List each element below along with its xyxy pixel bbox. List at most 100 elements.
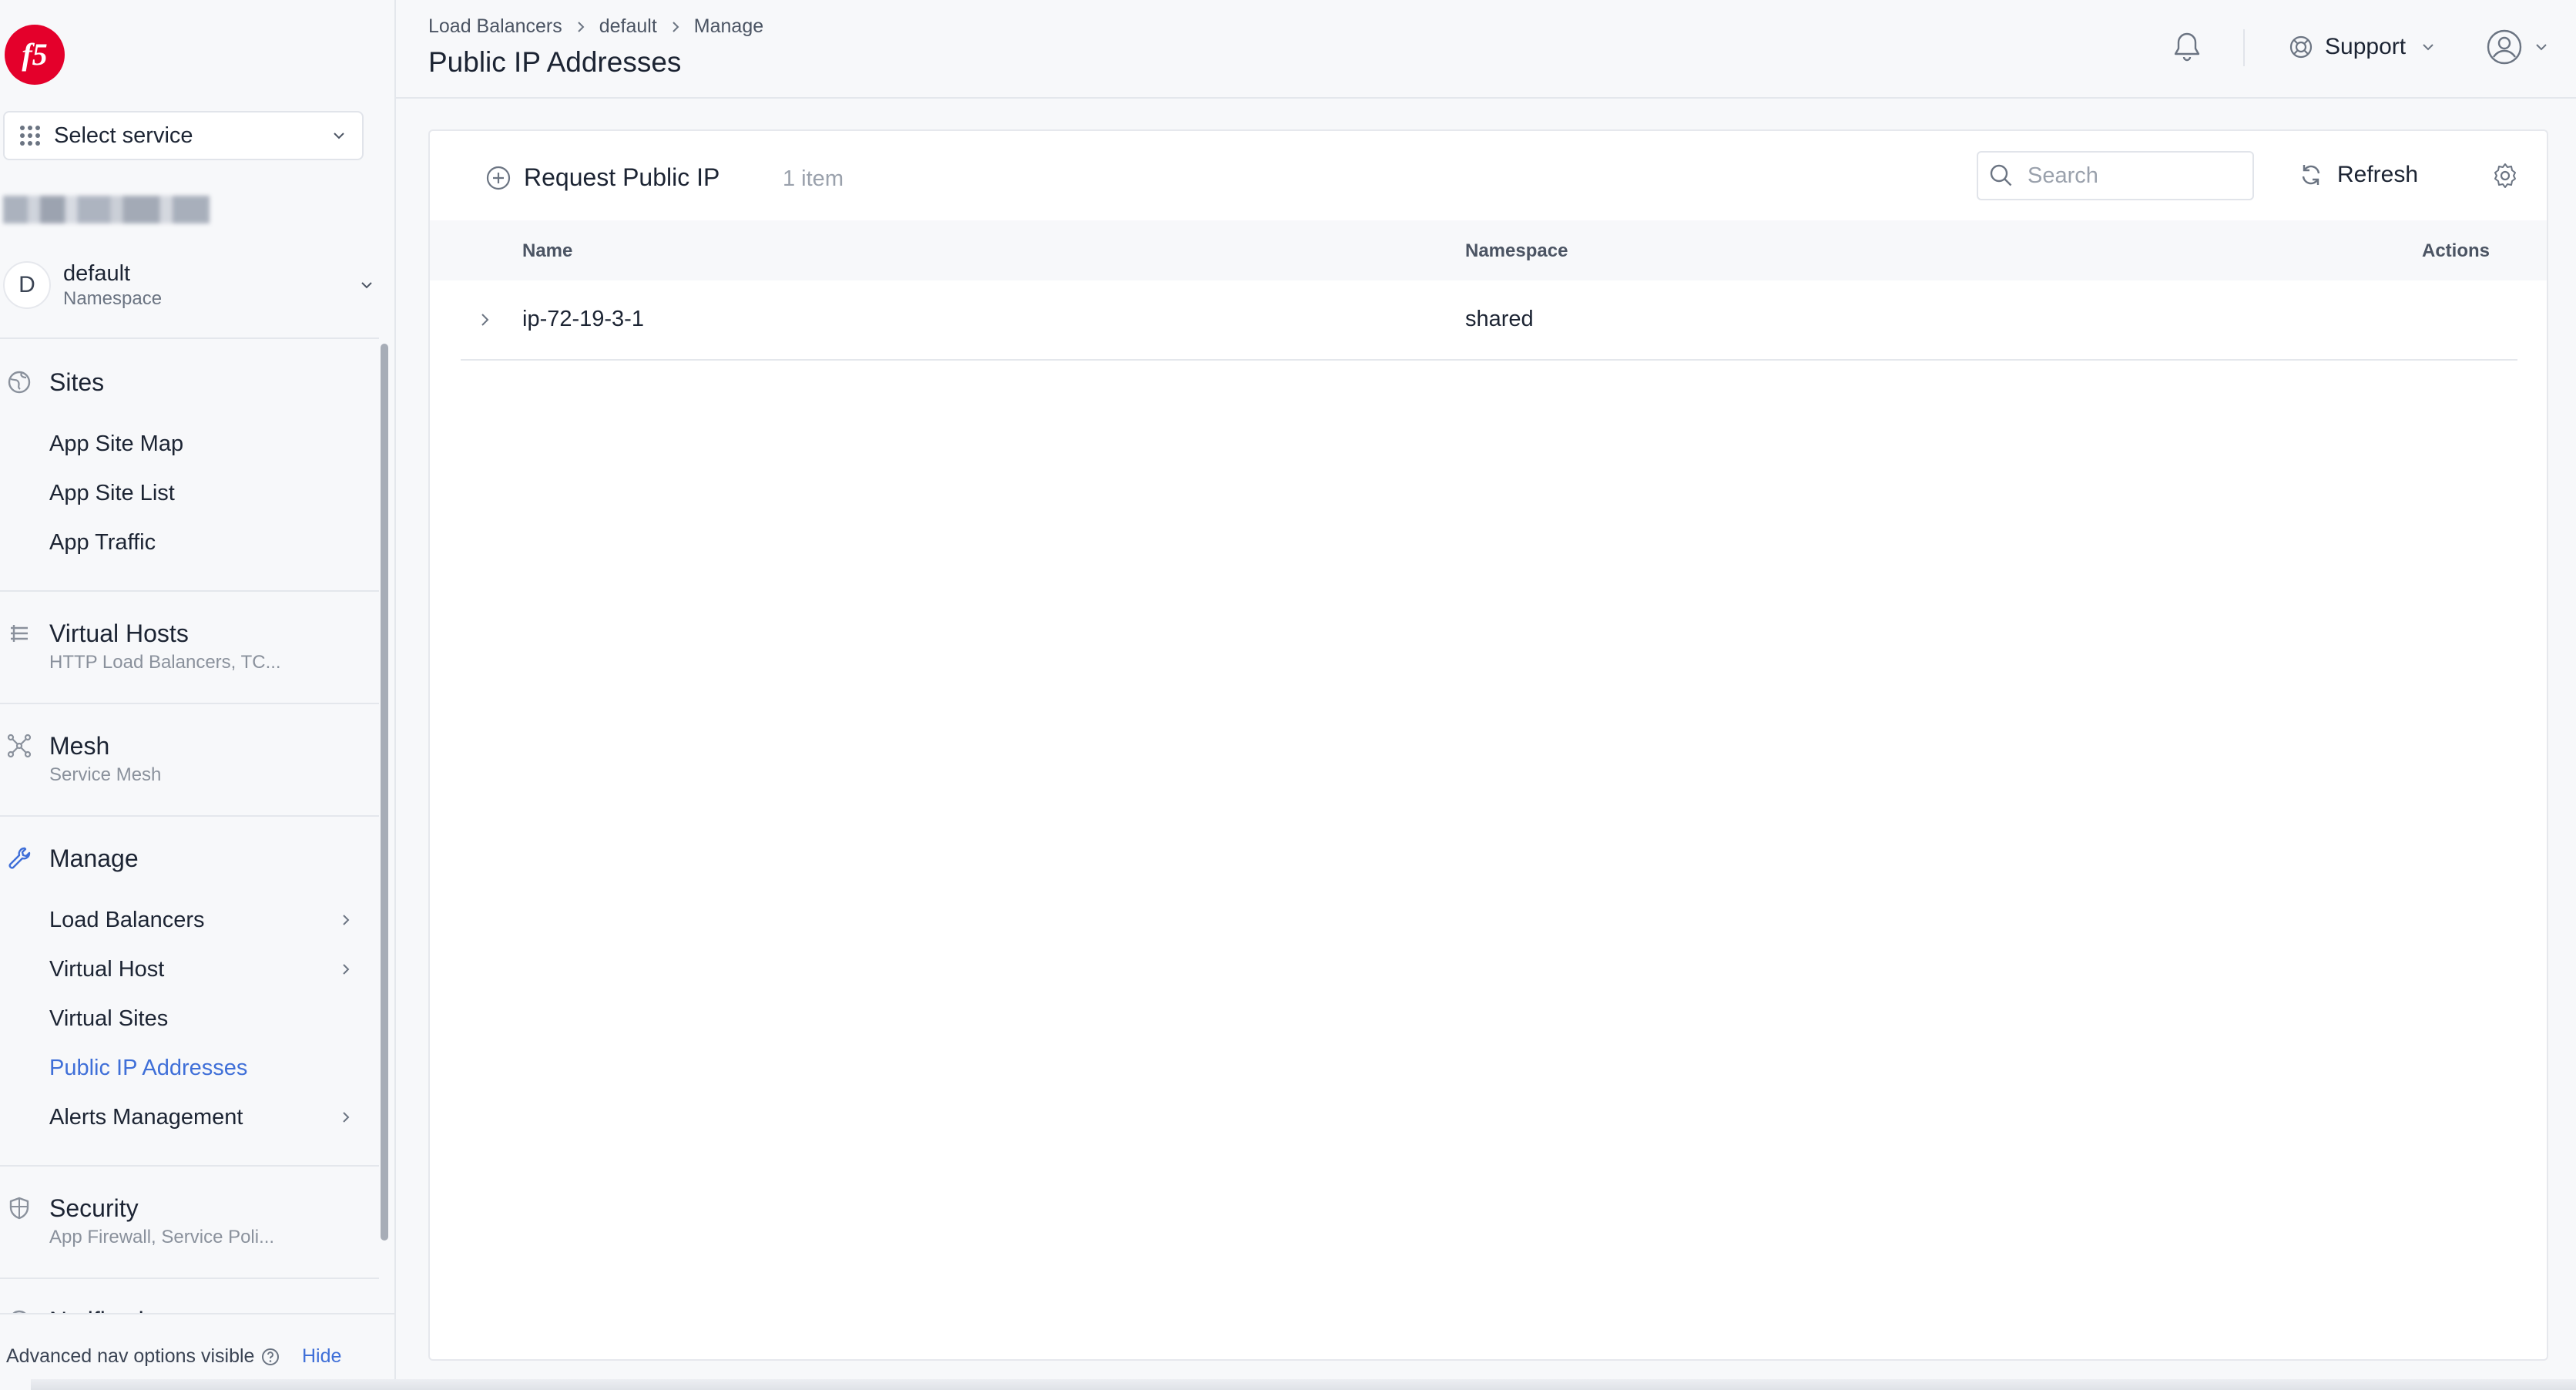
refresh-button[interactable]: Refresh	[2299, 162, 2418, 188]
svg-text:f5: f5	[22, 37, 47, 72]
public-ip-list-card: Request Public IP 1 item Refresh Name Na…	[428, 129, 2548, 1361]
f5-logo[interactable]: f5	[3, 23, 66, 86]
bell-icon[interactable]	[2168, 28, 2206, 66]
lifebuoy-icon	[2288, 34, 2314, 60]
namespace-caption: Namespace	[63, 288, 163, 309]
window-bottom-edge	[31, 1379, 2576, 1390]
breadcrumb-item[interactable]: default	[599, 15, 657, 38]
sidebar-item-security[interactable]: Security App Firewall, Service Poli...	[0, 1191, 274, 1247]
divider	[0, 1165, 379, 1167]
page-title: Public IP Addresses	[428, 46, 682, 78]
sidebar-item-public-ip-addresses[interactable]: Public IP Addresses	[49, 1051, 357, 1085]
divider	[0, 1278, 379, 1279]
chevron-right-icon[interactable]	[475, 310, 495, 330]
chevron-down-icon	[330, 126, 348, 145]
sidebar-section-subtitle: Service Mesh	[49, 764, 162, 785]
sidebar-item-label: Virtual Host	[49, 956, 165, 982]
chevron-down-icon	[2533, 39, 2550, 55]
sidebar-item-label: Load Balancers	[49, 907, 205, 932]
sidebar-item-sites[interactable]: Sites	[0, 365, 104, 399]
sidebar-section-title: Notifications	[49, 1307, 183, 1314]
sidebar-item-virtual-host[interactable]: Virtual Host	[49, 952, 357, 986]
search-box[interactable]	[1977, 151, 2254, 200]
sidebar-section-title: Manage	[49, 844, 139, 872]
support-menu[interactable]: Support	[2288, 34, 2437, 60]
tenant-name-redacted	[3, 196, 210, 223]
column-header-name[interactable]: Name	[522, 240, 572, 262]
gear-icon[interactable]	[2491, 162, 2519, 190]
sidebar-item-app-site-list[interactable]: App Site List	[49, 476, 357, 510]
help-icon[interactable]	[260, 1347, 280, 1367]
breadcrumb: Load Balancers default Manage	[428, 15, 763, 38]
breadcrumb-item[interactable]: Load Balancers	[428, 15, 562, 38]
sidebar-item-alerts-management[interactable]: Alerts Management	[49, 1100, 357, 1134]
sidebar-item-app-traffic[interactable]: App Traffic	[49, 525, 357, 559]
select-service-dropdown[interactable]: Select service	[3, 111, 364, 160]
sidebar-section-title: Security	[49, 1194, 139, 1222]
cell-namespace: shared	[1465, 307, 1534, 331]
globe-icon	[6, 369, 32, 395]
sidebar-nav: Sites App Site Map App Site List App Tra…	[0, 339, 379, 1313]
user-menu[interactable]	[2485, 28, 2550, 66]
bell-icon	[6, 1308, 32, 1313]
sidebar-item-app-site-map[interactable]: App Site Map	[49, 427, 357, 461]
sidebar-item-label: Virtual Sites	[49, 1006, 169, 1031]
chevron-right-icon	[337, 1109, 354, 1126]
sidebar: f5 Select service D default Namespace Si…	[0, 0, 396, 1390]
sidebar-section-subtitle: HTTP Load Balancers, TC...	[49, 652, 281, 673]
sidebar-item-load-balancers[interactable]: Load Balancers	[49, 903, 357, 937]
shield-icon	[6, 1195, 32, 1221]
request-public-ip-label: Request Public IP	[524, 163, 720, 191]
chevron-down-icon	[2420, 39, 2437, 55]
sidebar-item-label: App Site Map	[49, 431, 184, 456]
sidebar-footer: Advanced nav options visible Hide	[0, 1313, 394, 1390]
breadcrumb-item[interactable]: Manage	[694, 15, 763, 38]
support-label: Support	[2325, 34, 2407, 59]
plus-circle-icon	[485, 165, 512, 191]
sidebar-item-mesh[interactable]: Mesh Service Mesh	[0, 729, 161, 785]
refresh-label: Refresh	[2337, 162, 2419, 187]
sidebar-item-label: App Site List	[49, 480, 175, 505]
divider	[0, 815, 379, 817]
cell-name[interactable]: ip-72-19-3-1	[522, 307, 644, 332]
chevron-right-icon	[337, 912, 354, 928]
table-header: Name Namespace Actions	[430, 220, 2547, 280]
sidebar-item-virtual-sites[interactable]: Virtual Sites	[49, 1002, 357, 1036]
sidebar-section-title: Mesh	[49, 731, 110, 760]
server-stack-icon	[6, 620, 32, 646]
sidebar-item-manage[interactable]: Manage	[0, 841, 139, 875]
mesh-nodes-icon	[6, 733, 32, 759]
sidebar-section-title: Sites	[49, 368, 105, 396]
chevron-down-icon	[357, 276, 376, 294]
grid-dots-icon	[18, 124, 42, 147]
table-row[interactable]: ip-72-19-3-1 shared	[461, 280, 2517, 361]
wrench-icon	[6, 845, 32, 871]
sidebar-item-virtual-hosts[interactable]: Virtual Hosts HTTP Load Balancers, TC...	[0, 616, 281, 673]
sidebar-item-notifications[interactable]: Notifications	[0, 1304, 183, 1313]
chevron-right-icon	[668, 19, 683, 35]
request-public-ip-button[interactable]: Request Public IP	[485, 163, 719, 192]
divider	[2243, 29, 2245, 66]
advanced-nav-text: Advanced nav options visible	[6, 1345, 280, 1368]
sidebar-item-label: App Traffic	[49, 529, 156, 555]
search-icon	[1989, 163, 2014, 188]
sidebar-item-label: Alerts Management	[49, 1104, 243, 1130]
divider	[0, 590, 379, 592]
sidebar-item-label: Public IP Addresses	[49, 1055, 248, 1080]
sidebar-section-subtitle: App Firewall, Service Poli...	[49, 1227, 275, 1247]
select-service-label: Select service	[54, 123, 193, 148]
divider	[0, 703, 379, 704]
chevron-right-icon	[573, 19, 589, 35]
sidebar-scrollbar[interactable]	[381, 344, 388, 1241]
column-header-namespace[interactable]: Namespace	[1465, 240, 1568, 262]
search-input[interactable]	[2028, 163, 2243, 189]
namespace-avatar: D	[3, 261, 51, 309]
page-header: Load Balancers default Manage Public IP …	[396, 0, 2576, 99]
advanced-nav-label: Advanced nav options visible	[6, 1345, 255, 1367]
item-count: 1 item	[783, 166, 844, 191]
hide-link[interactable]: Hide	[302, 1345, 341, 1368]
sidebar-section-title: Virtual Hosts	[49, 619, 189, 647]
namespace-selector[interactable]: D default Namespace	[3, 256, 385, 314]
namespace-name: default	[63, 261, 131, 286]
chevron-right-icon	[337, 961, 354, 978]
